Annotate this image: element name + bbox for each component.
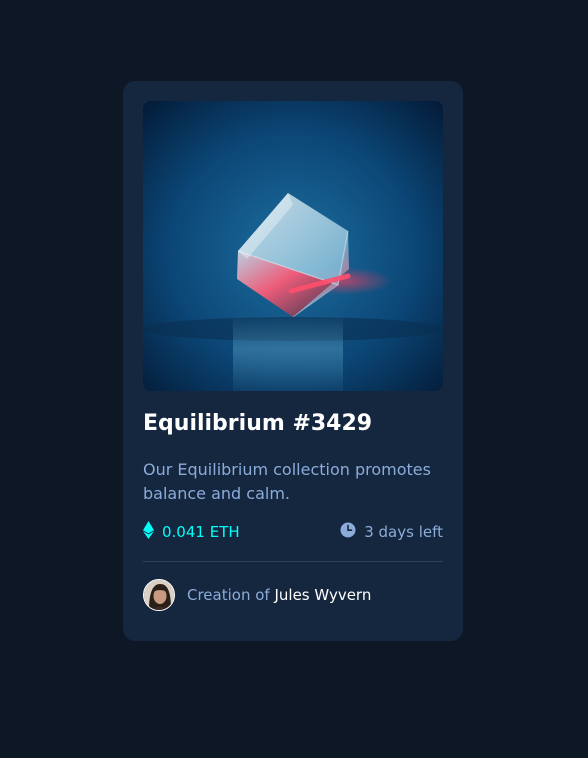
clock-icon bbox=[340, 522, 356, 542]
time-left: 3 days left bbox=[340, 522, 443, 542]
equilibrium-cube-image bbox=[143, 101, 443, 391]
avatar bbox=[143, 579, 175, 611]
creator-text: Creation of Jules Wyvern bbox=[187, 586, 371, 604]
divider bbox=[143, 561, 443, 562]
nft-description: Our Equilibrium collection promotes bala… bbox=[143, 460, 431, 503]
price-value: 0.041 ETH bbox=[162, 523, 240, 541]
nft-title[interactable]: Equilibrium #3429 bbox=[143, 411, 372, 436]
creator: Creation of Jules Wyvern bbox=[143, 578, 371, 612]
ethereum-icon bbox=[143, 521, 154, 543]
time-left-value: 3 days left bbox=[364, 523, 443, 541]
price: 0.041 ETH bbox=[143, 521, 240, 543]
nft-image[interactable] bbox=[143, 101, 443, 391]
nft-meta: 0.041 ETH 3 days left bbox=[143, 521, 443, 543]
creator-prefix: Creation of bbox=[187, 586, 275, 604]
nft-card: Equilibrium #3429 Our Equilibrium collec… bbox=[123, 81, 463, 641]
creator-name[interactable]: Jules Wyvern bbox=[274, 586, 371, 604]
